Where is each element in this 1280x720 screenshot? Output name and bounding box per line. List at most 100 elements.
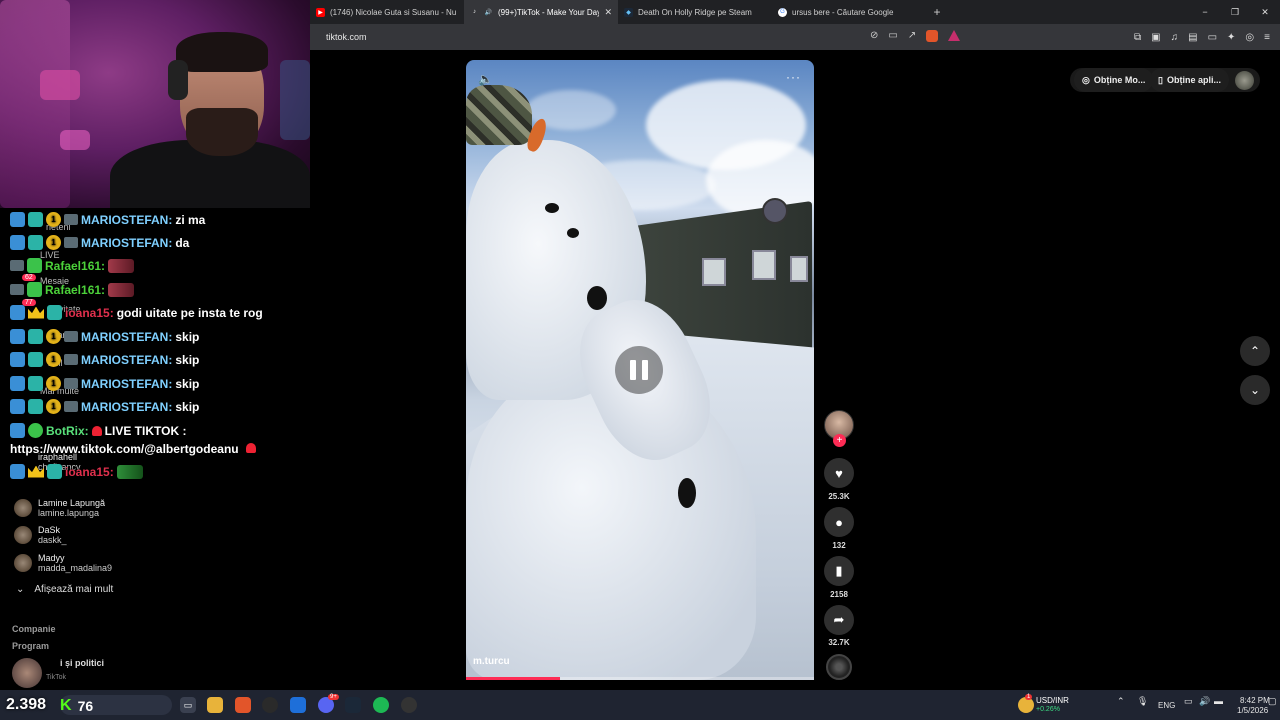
file-explorer-icon[interactable] <box>207 697 223 713</box>
leo-icon[interactable]: ✦ <box>1227 32 1235 43</box>
tiktok-icon: ♪ <box>473 9 476 15</box>
pause-button[interactable] <box>615 346 663 394</box>
sidebar-icon[interactable]: ▤ <box>1188 32 1197 43</box>
battery-icon[interactable]: ▬ <box>1214 696 1223 706</box>
screenshot-icon[interactable]: ▣ <box>1151 32 1160 43</box>
camera-badge-icon <box>10 284 24 295</box>
avatar <box>14 526 32 544</box>
chat-text: godi uitate pe insta te rog <box>116 305 263 320</box>
verified-badge-icon <box>28 423 43 438</box>
music-disc-icon[interactable] <box>826 654 852 680</box>
wallet-icon[interactable]: ▭ <box>1208 32 1217 43</box>
save-count: 2158 <box>830 590 848 599</box>
get-app-button[interactable]: ▯ Obține apli... <box>1150 68 1229 92</box>
brave-shield-icon[interactable] <box>926 30 939 42</box>
sub-badge-icon: 1 <box>46 352 61 367</box>
volume-tray-icon[interactable]: 🔊 <box>1199 696 1210 707</box>
clock-date[interactable]: 1/5/2026 <box>1237 706 1268 715</box>
next-video-button[interactable]: ⌄ <box>1240 375 1270 405</box>
sword-badge-icon <box>10 376 25 391</box>
obs-icon[interactable] <box>262 697 278 713</box>
following-item[interactable]: Lamine Lapungă lamine.lapunga <box>14 498 105 518</box>
show-more-button[interactable]: ⌄ Afișează mai mult <box>16 584 113 595</box>
discord-badge: 9+ <box>328 694 339 700</box>
camera-badge-icon <box>64 378 78 389</box>
address-bar: tiktok.com ⧉ ▣ ♫ ▤ ▭ ✦ ◎ ≡ <box>310 24 1280 50</box>
tab-steam[interactable]: ◆ Death On Holly Ridge pe Steam <box>618 0 772 24</box>
previous-video-button[interactable]: ⌃ <box>1240 336 1270 366</box>
show-more-label: Afișează mai mult <box>34 584 114 595</box>
brave-browser-icon[interactable] <box>235 697 251 713</box>
chat-message: 1 MARIOSTEFAN: skip <box>10 376 199 391</box>
webcam-feed <box>0 0 310 208</box>
tab-google[interactable]: G ursus bere - Căutare Google <box>772 0 926 24</box>
follow-plus-icon[interactable]: + <box>833 434 846 447</box>
spotify-icon[interactable] <box>373 697 389 713</box>
emote-image <box>108 282 135 297</box>
close-button[interactable]: ✕ <box>1250 7 1280 18</box>
music-icon[interactable]: ♫ <box>1171 32 1179 43</box>
like-button[interactable]: ♥ <box>824 458 854 488</box>
restore-button[interactable]: ❐ <box>1220 7 1250 18</box>
chevron-down-icon: ⌄ <box>1249 383 1261 397</box>
tray-chevron-icon[interactable]: ⌃ <box>1117 696 1125 707</box>
clock-time[interactable]: 8:42 PM <box>1240 696 1270 705</box>
volume-icon[interactable]: 🔈 <box>478 72 493 86</box>
url-field[interactable]: tiktok.com <box>326 32 367 42</box>
extensions-icon[interactable]: ⧉ <box>1134 32 1141 43</box>
share-button[interactable]: ➦ <box>824 605 854 635</box>
sword-badge-icon <box>10 212 25 227</box>
pause-icon <box>630 360 636 380</box>
brave-rewards-icon[interactable] <box>948 30 961 41</box>
no-track-icon[interactable]: ⊘ <box>870 30 878 42</box>
profile-avatar[interactable] <box>1235 71 1254 90</box>
kick-logo-icon: K <box>60 697 72 714</box>
store-icon[interactable] <box>290 697 306 713</box>
video-progress-bar[interactable] <box>466 677 814 680</box>
chat-message: 1 MARIOSTEFAN: skip <box>10 329 199 344</box>
app-icon[interactable] <box>401 697 417 713</box>
save-button[interactable]: ▮ <box>824 556 854 586</box>
chat-link[interactable]: https://www.tiktok.com/@albertgodeanu <box>10 442 239 456</box>
chat-username: ioana15: <box>65 464 114 479</box>
microphone-icon[interactable]: 🎙 <box>1137 696 1148 707</box>
snowman-hat-image <box>466 85 532 145</box>
tab-youtube[interactable]: ▶ (1746) Nicolae Guta si Susanu - Nu m <box>310 0 464 24</box>
close-tab-icon[interactable]: ✕ <box>604 7 612 18</box>
input-language[interactable]: ENG <box>1158 701 1175 710</box>
speaker-icon[interactable]: 🔊 <box>484 8 493 17</box>
comment-button[interactable]: ● <box>824 507 854 537</box>
youtube-icon: ▶ <box>316 7 325 17</box>
bookmark-icon: ▮ <box>835 563 843 578</box>
following-item[interactable]: DaSk daskk_ <box>14 525 67 545</box>
cast-icon[interactable]: ▭ <box>888 30 897 42</box>
footer-link-program[interactable]: Program <box>12 641 49 651</box>
og-badge-icon <box>28 329 43 344</box>
vpn-icon[interactable]: ◎ <box>1245 32 1254 43</box>
chat-username: MARIOSTEFAN: <box>81 212 173 227</box>
gift-badge-icon <box>27 258 42 273</box>
video-author[interactable]: m.turcu <box>473 656 510 667</box>
footer-link-company[interactable]: Companie <box>12 624 56 634</box>
og-badge-icon <box>28 376 43 391</box>
steam-icon[interactable] <box>345 697 361 713</box>
footer-link-policies[interactable]: i și politici <box>60 658 104 668</box>
share-icon[interactable]: ↗ <box>908 30 916 42</box>
task-view-icon[interactable]: ▭ <box>180 697 196 713</box>
minimize-button[interactable]: − <box>1190 7 1220 18</box>
more-options-icon[interactable]: ··· <box>786 70 801 84</box>
snowman-button <box>678 478 696 508</box>
get-coins-button[interactable]: ◎ Obține Mo... <box>1074 68 1154 92</box>
sub-badge-icon: 1 <box>46 399 61 414</box>
new-tab-button[interactable]: + <box>926 5 948 19</box>
camera-badge-icon <box>64 331 78 342</box>
chat-text: skip <box>175 376 200 391</box>
network-icon[interactable]: ▭ <box>1184 696 1193 707</box>
menu-icon[interactable]: ≡ <box>1264 32 1270 43</box>
chat-username: MARIOSTEFAN: <box>81 352 173 367</box>
phone-icon: ▯ <box>1158 74 1163 85</box>
toolbar-icons: ⧉ ▣ ♫ ▤ ▭ ✦ ◎ ≡ <box>1134 32 1280 43</box>
notifications-icon[interactable]: ▢ <box>1268 696 1277 707</box>
tab-tiktok[interactable]: ♪ 🔊 (99+)TikTok - Make Your Day ✕ <box>464 0 618 24</box>
following-item[interactable]: Madyy madda_madalina9 <box>14 553 112 573</box>
